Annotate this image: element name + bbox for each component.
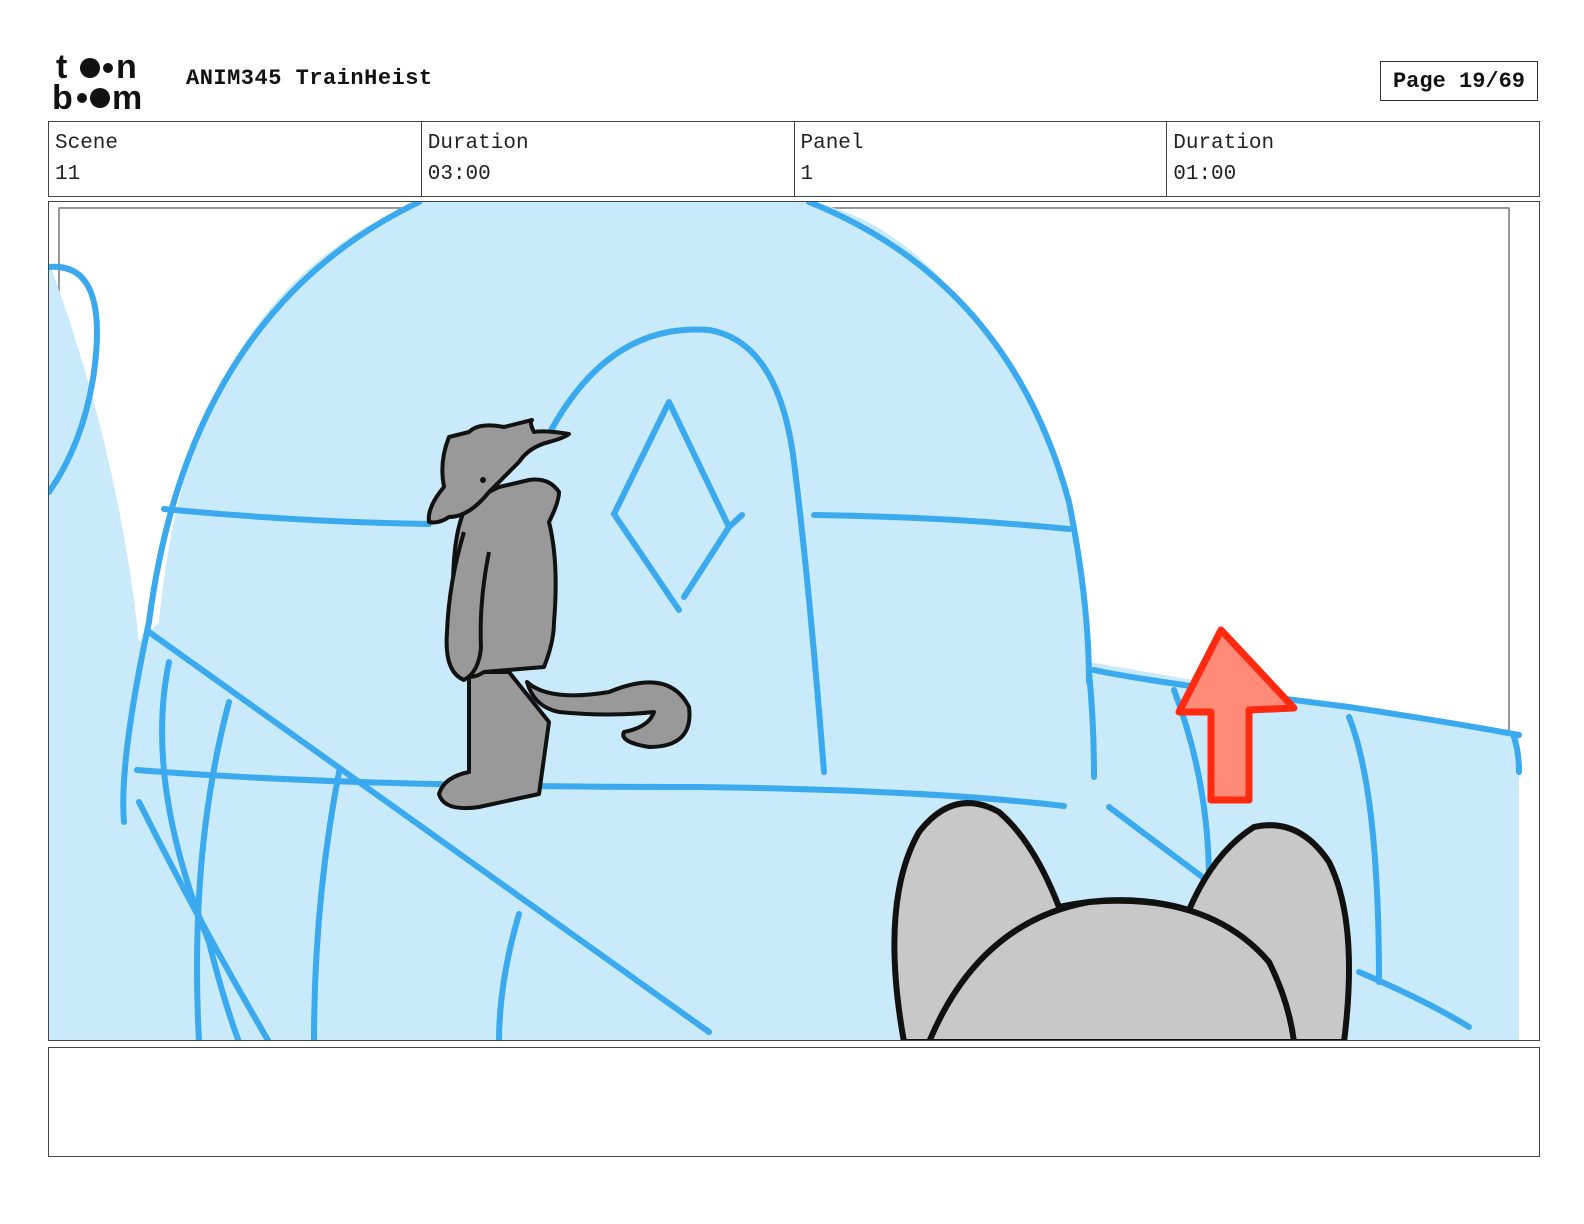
panel-notes[interactable] [48, 1047, 1540, 1157]
panel-value: 1 [800, 163, 814, 186]
panel-duration-value: 01:00 [1173, 163, 1237, 186]
panel-cell: Panel 1 [795, 122, 1168, 196]
svg-text:m: m [112, 79, 142, 112]
panel-duration-label: Duration [1173, 132, 1275, 155]
page-indicator: Page 19/69 [1380, 61, 1538, 101]
scene-info-table: Scene 11 Duration 03:00 Panel 1 Duration… [48, 121, 1540, 197]
toon-boom-logo: t n b m [52, 48, 164, 117]
panel-label: Panel [800, 132, 864, 155]
panel-duration-cell: Duration 01:00 [1167, 122, 1539, 196]
scene-duration-cell: Duration 03:00 [422, 122, 795, 196]
scene-duration-label: Duration [427, 132, 529, 155]
panel-drawing [49, 202, 1522, 1040]
svg-text:b: b [52, 79, 73, 112]
scene-value: 11 [55, 163, 81, 186]
scene-cell: Scene 11 [49, 122, 422, 196]
project-title: ANIM345 TrainHeist [186, 66, 433, 91]
scene-duration-value: 03:00 [427, 163, 491, 186]
storyboard-panel[interactable] [48, 201, 1540, 1041]
scene-label: Scene [55, 132, 119, 155]
